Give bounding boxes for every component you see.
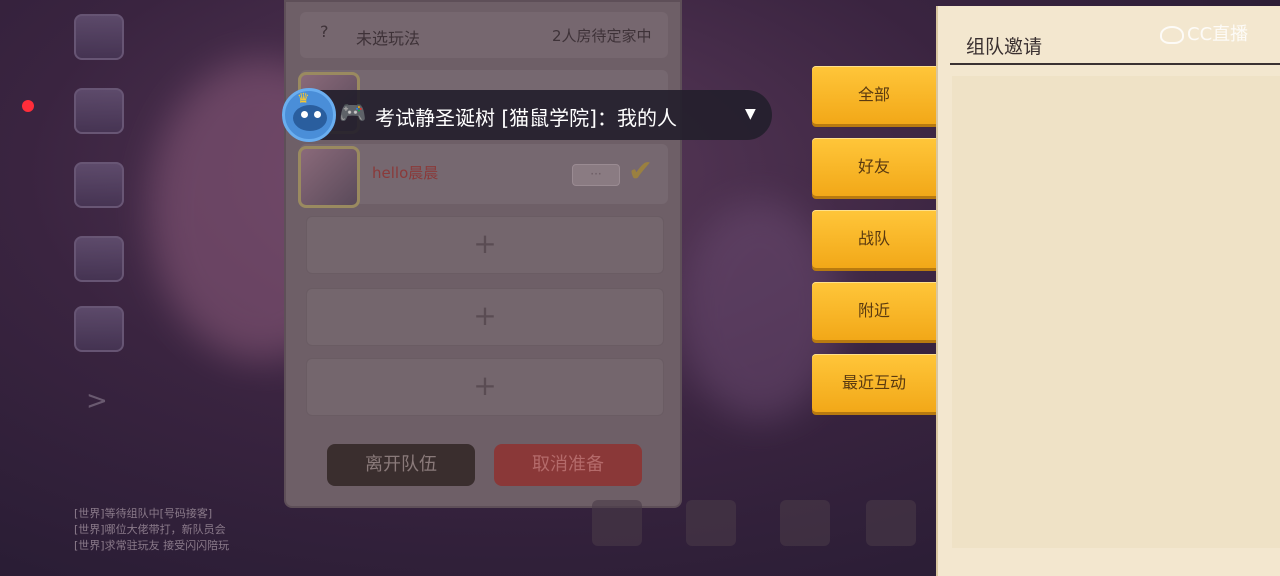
tab-nearby[interactable]: 附近: [812, 282, 936, 340]
room-status: 2人房待定家中: [552, 27, 652, 45]
invite-panel-title: 组队邀请: [966, 36, 1043, 58]
left-menu-icon[interactable]: [74, 14, 124, 60]
invite-list[interactable]: [952, 76, 1280, 548]
chat-log-line: [世界]等待组队中[号码接客]: [74, 507, 213, 520]
expand-arrow-icon[interactable]: >: [86, 386, 108, 416]
empty-slot[interactable]: +: [306, 358, 664, 416]
player-avatar: [298, 146, 360, 208]
gamepad-icon: 🎮: [339, 101, 367, 126]
chat-message: 考试静圣诞树 [猫鼠学院]：我的人: [375, 106, 677, 130]
cancel-ready-button[interactable]: 取消准备: [494, 444, 642, 486]
dropdown-caret-icon[interactable]: ▼: [745, 106, 756, 122]
watermark: CC直播: [1160, 20, 1248, 46]
left-menu-icon[interactable]: [74, 306, 124, 352]
bottom-nav-icon[interactable]: [686, 500, 736, 546]
bottom-nav-icon[interactable]: [780, 500, 830, 546]
left-menu-icon[interactable]: [74, 236, 124, 282]
tab-clan[interactable]: 战队: [812, 210, 936, 268]
question-icon: ?: [320, 22, 329, 41]
chat-log-line: [世界]哪位大佬带打，新队员会: [74, 523, 226, 536]
tab-all[interactable]: 全部: [812, 66, 936, 124]
left-menu-icon[interactable]: [74, 162, 124, 208]
sender-avatar[interactable]: ♛: [282, 88, 336, 142]
bottom-nav-icon[interactable]: [592, 500, 642, 546]
game-mode-label: 未选玩法: [356, 29, 421, 48]
cc-logo-icon: [1160, 26, 1184, 44]
leave-team-button[interactable]: 离开队伍: [327, 444, 475, 486]
record-indicator-icon: [22, 100, 34, 112]
player-name: hello晨晨: [372, 164, 439, 182]
empty-slot[interactable]: +: [306, 216, 664, 274]
ready-check-icon: ✔: [628, 154, 654, 189]
chat-log-line: [世界]求常驻玩友 接受闪闪陪玩: [74, 539, 230, 552]
empty-slot[interactable]: +: [306, 288, 664, 346]
left-menu-icon[interactable]: [74, 88, 124, 134]
tab-recent[interactable]: 最近互动: [812, 354, 936, 412]
chat-log[interactable]: [世界]等待组队中[号码接客] [世界]哪位大佬带打，新队员会 [世界]求常驻玩…: [74, 506, 374, 554]
player-badge: ···: [572, 164, 620, 186]
tab-friends[interactable]: 好友: [812, 138, 936, 196]
bottom-nav-icon[interactable]: [866, 500, 916, 546]
title-divider: [950, 63, 1280, 65]
